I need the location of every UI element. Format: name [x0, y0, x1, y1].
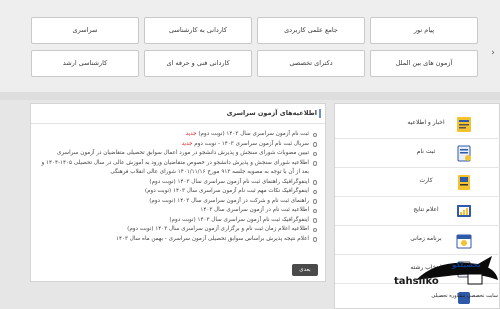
bullet-icon	[312, 218, 317, 223]
nav-payam-noor[interactable]: پیام نور	[370, 17, 478, 44]
announcement-text: اطلاعیه ثبت نام در آزمون سراسری سال ۱۴۰۳	[200, 207, 309, 213]
title-accent-bar	[319, 109, 321, 118]
new-badge: جدید	[185, 131, 197, 137]
sidebar-item-label: کارت	[419, 177, 433, 184]
card-icon	[458, 175, 470, 190]
announcement-item[interactable]: اطلاعیه ثبت نام در آزمون سراسری سال ۱۴۰۳	[37, 206, 317, 216]
announcement-text: اینفوگرافیک ثبت نام آزمون سراسری سال ۱۴۰…	[169, 216, 309, 223]
bullet-icon	[312, 142, 317, 147]
announcement-item[interactable]: اینفوگرافیک راهنمای ثبت نام آزمون سراسری…	[37, 178, 317, 188]
bullet-icon	[312, 208, 317, 213]
panel-header: اطلاعیه‌های آزمون سراسری	[31, 104, 325, 124]
announcement-item[interactable]: اینفوگرافیک نکات مهم ثبت نام آزمون سراسر…	[37, 187, 317, 197]
nav-karshenasi-arshad[interactable]: کارشناسی ارشد	[31, 50, 139, 77]
news-icon	[457, 117, 471, 132]
carousel-next-arrow[interactable]: ›	[488, 47, 498, 59]
announcement-item[interactable]: اطلاعیه شورای سنجش و پذیرش دانشجو در خصو…	[37, 159, 317, 178]
sidebar-item-label: ثبت نام	[416, 148, 436, 155]
bullet-icon	[312, 189, 317, 194]
sidebar-item-news[interactable]: اخبار و اطلاعیه	[335, 110, 500, 139]
divider	[0, 92, 500, 100]
bullet-icon	[312, 180, 317, 185]
nav-international-exams[interactable]: آزمون های بین الملل	[370, 50, 478, 77]
form-icon	[457, 145, 471, 162]
sidebar-item-results[interactable]: اعلام نتایج	[335, 197, 500, 226]
announcement-item[interactable]: تبیین مصوبات شورای سنجش و پذیرش دانشجو د…	[37, 149, 317, 159]
announcement-item[interactable]: اینفوگرافیک ثبت نام آزمون سراسری سال ۱۴۰…	[37, 216, 317, 226]
announcement-item[interactable]: اعلام نتیجه پذیرش براساس سوابق تحصیلی آز…	[37, 235, 317, 245]
top-navigation-band	[0, 0, 500, 92]
nav-kardani-fani[interactable]: کاردانی فنی و حرفه ای	[144, 50, 252, 77]
nav-kardani-be-karshenasi[interactable]: کاردانی به کارشناسی	[144, 17, 252, 44]
announcement-item[interactable]: راهنمای ثبت نام و شرکت در آزمون سراسری س…	[37, 197, 317, 207]
announcement-text: اطلاعیه شورای سنجش و پذیرش دانشجو در خصو…	[41, 159, 309, 176]
announcements-list: ثبت نام آزمون سراسری سال ۱۴۰۳ (نوبت دوم)…	[37, 130, 317, 244]
announcement-text: سریال ثبت نام آزمون سراسری ۱۴۰۳ - نوبت د…	[194, 140, 309, 147]
bullet-icon	[312, 161, 317, 166]
announcement-item[interactable]: ثبت نام آزمون سراسری سال ۱۴۰۳ (نوبت دوم)…	[37, 130, 317, 140]
results-icon	[457, 205, 471, 217]
announcement-text: ثبت نام آزمون سراسری سال ۱۴۰۳ (نوبت دوم)	[198, 131, 309, 137]
announcement-text: اطلاعیه اعلام زمان ثبت نام و برگزاری آزم…	[127, 226, 309, 232]
bullet-icon	[312, 227, 317, 232]
nav-sarasari[interactable]: سراسری	[31, 17, 139, 44]
watermark-latin-text: tahsilko	[394, 276, 439, 287]
announcement-text: راهنمای ثبت نام و شرکت در آزمون سراسری س…	[149, 197, 309, 204]
sidebar-item-label: برنامه زمانی	[410, 235, 442, 242]
sidebar-item-card[interactable]: کارت	[335, 168, 500, 197]
bullet-icon	[312, 237, 317, 242]
announcement-item[interactable]: اطلاعیه اعلام زمان ثبت نام و برگزاری آزم…	[37, 225, 317, 235]
bullet-icon	[312, 199, 317, 204]
announcement-text: تبیین مصوبات شورای سنجش و پذیرش دانشجو د…	[56, 150, 309, 156]
nav-phd[interactable]: دکترای تخصصی	[257, 50, 365, 77]
nav-jame-elmi-karbordi[interactable]: جامع علمی کاربردی	[257, 17, 365, 44]
announcement-item[interactable]: سریال ثبت نام آزمون سراسری ۱۴۰۳ - نوبت د…	[37, 140, 317, 150]
sidebar-item-label: اخبار و اطلاعیه	[407, 119, 445, 126]
watermark-tagline: سایت تخصصی مشاوره تحصیلی	[431, 293, 498, 299]
calendar-icon	[456, 234, 472, 249]
announcement-text: اعلام نتیجه پذیرش براساس سوابق تحصیلی آز…	[115, 235, 309, 242]
watermark-persian-text: تحصیلکو	[452, 261, 481, 269]
sidebar-item-form[interactable]: ثبت نام	[335, 139, 500, 168]
announcement-text: اینفوگرافیک راهنمای ثبت نام آزمون سراسری…	[149, 178, 309, 185]
bullet-icon	[312, 132, 317, 137]
announcements-panel: اطلاعیه‌های آزمون سراسری ثبت نام آزمون س…	[30, 103, 326, 282]
sidebar-item-label: اعلام نتایج	[413, 206, 439, 213]
bullet-icon	[312, 151, 317, 156]
panel-title: اطلاعیه‌های آزمون سراسری	[226, 109, 317, 117]
announcement-text: اینفوگرافیک نکات مهم ثبت نام آزمون سراسر…	[144, 188, 309, 194]
new-badge: جدید	[181, 140, 193, 147]
next-page-button[interactable]: بعدی	[292, 264, 318, 276]
